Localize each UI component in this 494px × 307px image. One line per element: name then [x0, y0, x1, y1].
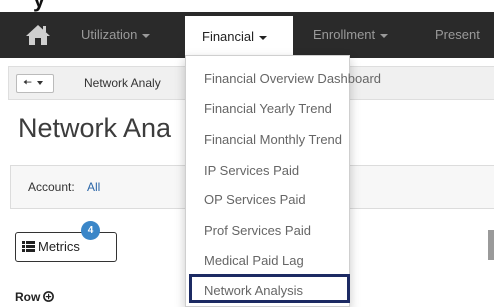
list-icon	[22, 234, 35, 262]
menu-item-ip-services-paid[interactable]: IP Services Paid	[204, 162, 299, 180]
row-label[interactable]: Row	[15, 290, 55, 305]
menu-item-medical-paid-lag[interactable]: Medical Paid Lag	[204, 252, 304, 270]
home-icon	[26, 25, 50, 45]
row-label-text: Row	[15, 290, 41, 304]
account-label: Account:	[28, 180, 75, 194]
nav-present[interactable]: Present	[435, 12, 480, 58]
plus-circle-icon	[43, 290, 55, 305]
breadcrumb-label[interactable]: Network Analy	[84, 67, 161, 99]
menu-item-financial-monthly-trend[interactable]: Financial Monthly Trend	[204, 131, 342, 149]
nav-financial[interactable]: Financial	[185, 16, 293, 58]
chevron-down-icon	[36, 81, 43, 86]
metrics-button[interactable]: Metrics	[15, 232, 117, 262]
page-title: Network Ana	[18, 113, 172, 143]
chevron-down-icon	[259, 35, 268, 40]
menu-item-financial-yearly-trend[interactable]: Financial Yearly Trend	[204, 100, 332, 118]
chevron-down-icon	[380, 33, 389, 38]
nav-utilization[interactable]: Utilization	[81, 12, 151, 58]
nav-financial-label: Financial	[202, 29, 255, 44]
menu-item-highlight-box	[189, 274, 350, 303]
arrow-left-icon: 🠤	[23, 77, 32, 89]
top-strip: y	[0, 0, 494, 12]
menu-item-prof-services-paid[interactable]: Prof Services Paid	[204, 222, 311, 240]
nav-present-label: Present	[435, 27, 480, 42]
top-navbar: Utilization Financial Enrollment Present	[0, 12, 494, 58]
menu-item-op-services-paid[interactable]: OP Services Paid	[204, 191, 306, 209]
metrics-count-badge: 4	[81, 221, 100, 240]
menu-item-financial-overview-dashboard[interactable]: Financial Overview Dashboard	[204, 70, 381, 88]
home-button[interactable]	[20, 20, 56, 50]
account-value-link[interactable]: All	[87, 166, 100, 208]
chevron-down-icon	[142, 33, 151, 38]
back-button[interactable]: 🠤	[16, 74, 54, 93]
metrics-label: Metrics	[38, 239, 80, 254]
financial-dropdown-menu: Financial Overview Dashboard Financial Y…	[185, 55, 381, 307]
right-edge-fragment	[488, 230, 494, 260]
cropped-heading-fragment: y	[33, 0, 45, 11]
nav-enrollment-label: Enrollment	[313, 27, 376, 42]
nav-enrollment[interactable]: Enrollment	[313, 12, 389, 58]
nav-utilization-label: Utilization	[81, 27, 138, 42]
